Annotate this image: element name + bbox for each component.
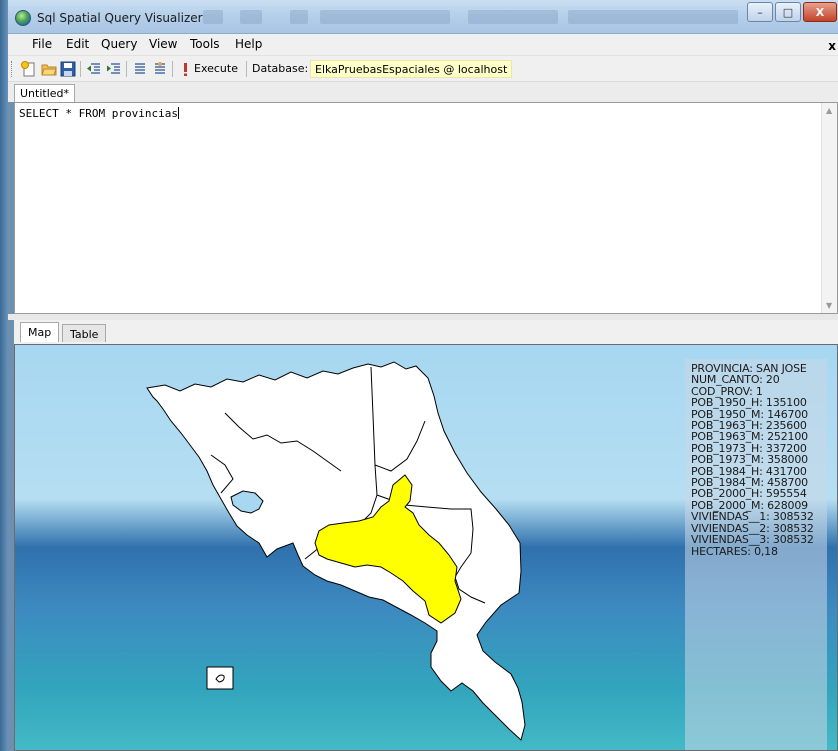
new-query-icon[interactable] (21, 61, 37, 77)
uncomment-icon[interactable] (152, 61, 168, 77)
menu-file[interactable]: File (32, 37, 52, 51)
toolbar-separator (126, 61, 127, 77)
menu-view[interactable]: View (149, 37, 177, 51)
editor-scrollbar[interactable]: ▲ ▼ (821, 103, 837, 313)
toolbar: Execute Database: ElkaPruebasEspaciales … (8, 56, 838, 82)
info-row: VIVIENDAS__1: 308532 (691, 510, 814, 524)
title-bar[interactable]: Sql Spatial Query Visualizer – □ X (8, 0, 838, 34)
comment-icon[interactable] (132, 61, 148, 77)
minimize-button[interactable]: – (747, 2, 773, 22)
save-icon[interactable] (60, 61, 76, 77)
menu-tools[interactable]: Tools (190, 37, 220, 51)
open-folder-icon[interactable] (41, 61, 57, 77)
database-selector[interactable]: ElkaPruebasEspaciales @ localhost (310, 60, 513, 78)
background-app-toolbar (568, 10, 738, 24)
mdi-close-icon[interactable]: x (828, 39, 836, 53)
database-label: Database: (252, 62, 309, 75)
query-text[interactable]: SELECT * FROM provincias (19, 107, 179, 120)
desktop-edge (0, 0, 8, 751)
text-cursor (177, 107, 179, 119)
feature-info-panel: PROVINCIA: SAN JOSE NUM_CANTO: 20 COD_PR… (685, 359, 827, 750)
toolbar-separator (172, 61, 173, 77)
window-title: Sql Spatial Query Visualizer (37, 11, 203, 25)
document-tabs: Untitled* (8, 82, 838, 102)
scroll-down-icon[interactable]: ▼ (826, 301, 832, 310)
toolbar-separator (80, 61, 81, 77)
menu-edit[interactable]: Edit (66, 37, 89, 51)
increase-indent-icon[interactable] (106, 61, 122, 77)
info-row: POB_1950_H: 135100 (691, 396, 807, 410)
toolbar-grip[interactable] (11, 61, 14, 77)
map-view[interactable]: PROVINCIA: SAN JOSE NUM_CANTO: 20 COD_PR… (14, 344, 838, 751)
background-app-icon (240, 10, 262, 24)
app-window: Sql Spatial Query Visualizer – □ X File … (0, 0, 838, 751)
background-app-icon (203, 10, 223, 24)
execute-button[interactable]: Execute (194, 62, 238, 75)
tab-map[interactable]: Map (20, 322, 60, 342)
background-app-icon (290, 10, 308, 24)
info-row: HECTARES: 0,18 (691, 544, 778, 558)
execute-icon[interactable] (178, 61, 194, 77)
query-editor[interactable]: SELECT * FROM provincias ▲ ▼ (14, 102, 838, 314)
decrease-indent-icon[interactable] (86, 61, 102, 77)
menu-bar: File Edit Query View Tools Help x (8, 34, 838, 56)
maximize-button[interactable]: □ (775, 2, 801, 22)
toolbar-separator (246, 61, 247, 77)
info-row: POB_1973_M: 358000 (691, 453, 808, 467)
tab-table[interactable]: Table (62, 324, 107, 342)
menu-help[interactable]: Help (235, 37, 262, 51)
menu-query[interactable]: Query (101, 37, 137, 51)
close-button[interactable]: X (803, 2, 837, 22)
info-row: VIVIENDAS__3: 308532 (691, 533, 814, 547)
background-app-toolbar (468, 10, 558, 24)
background-app-title (320, 10, 450, 24)
globe-icon (15, 10, 31, 26)
scroll-up-icon[interactable]: ▲ (826, 106, 832, 115)
query-text-content: SELECT * FROM provincias (19, 107, 178, 120)
tab-untitled[interactable]: Untitled* (14, 84, 76, 102)
